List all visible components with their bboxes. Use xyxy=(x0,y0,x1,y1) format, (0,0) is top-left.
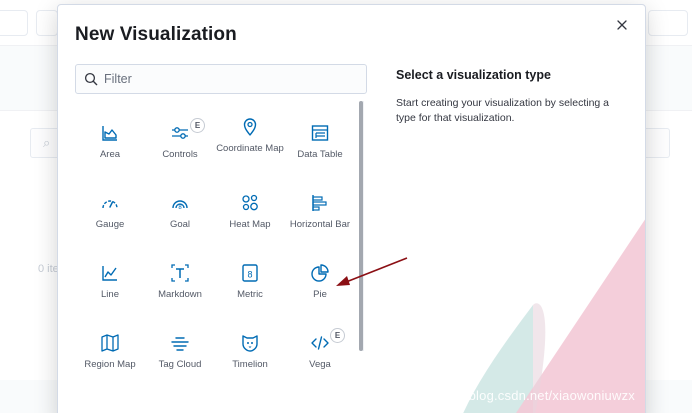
annotation-arrow xyxy=(336,257,408,286)
watermark-text: https://blog.csdn.net/xiaowoniuwzx xyxy=(428,388,635,403)
